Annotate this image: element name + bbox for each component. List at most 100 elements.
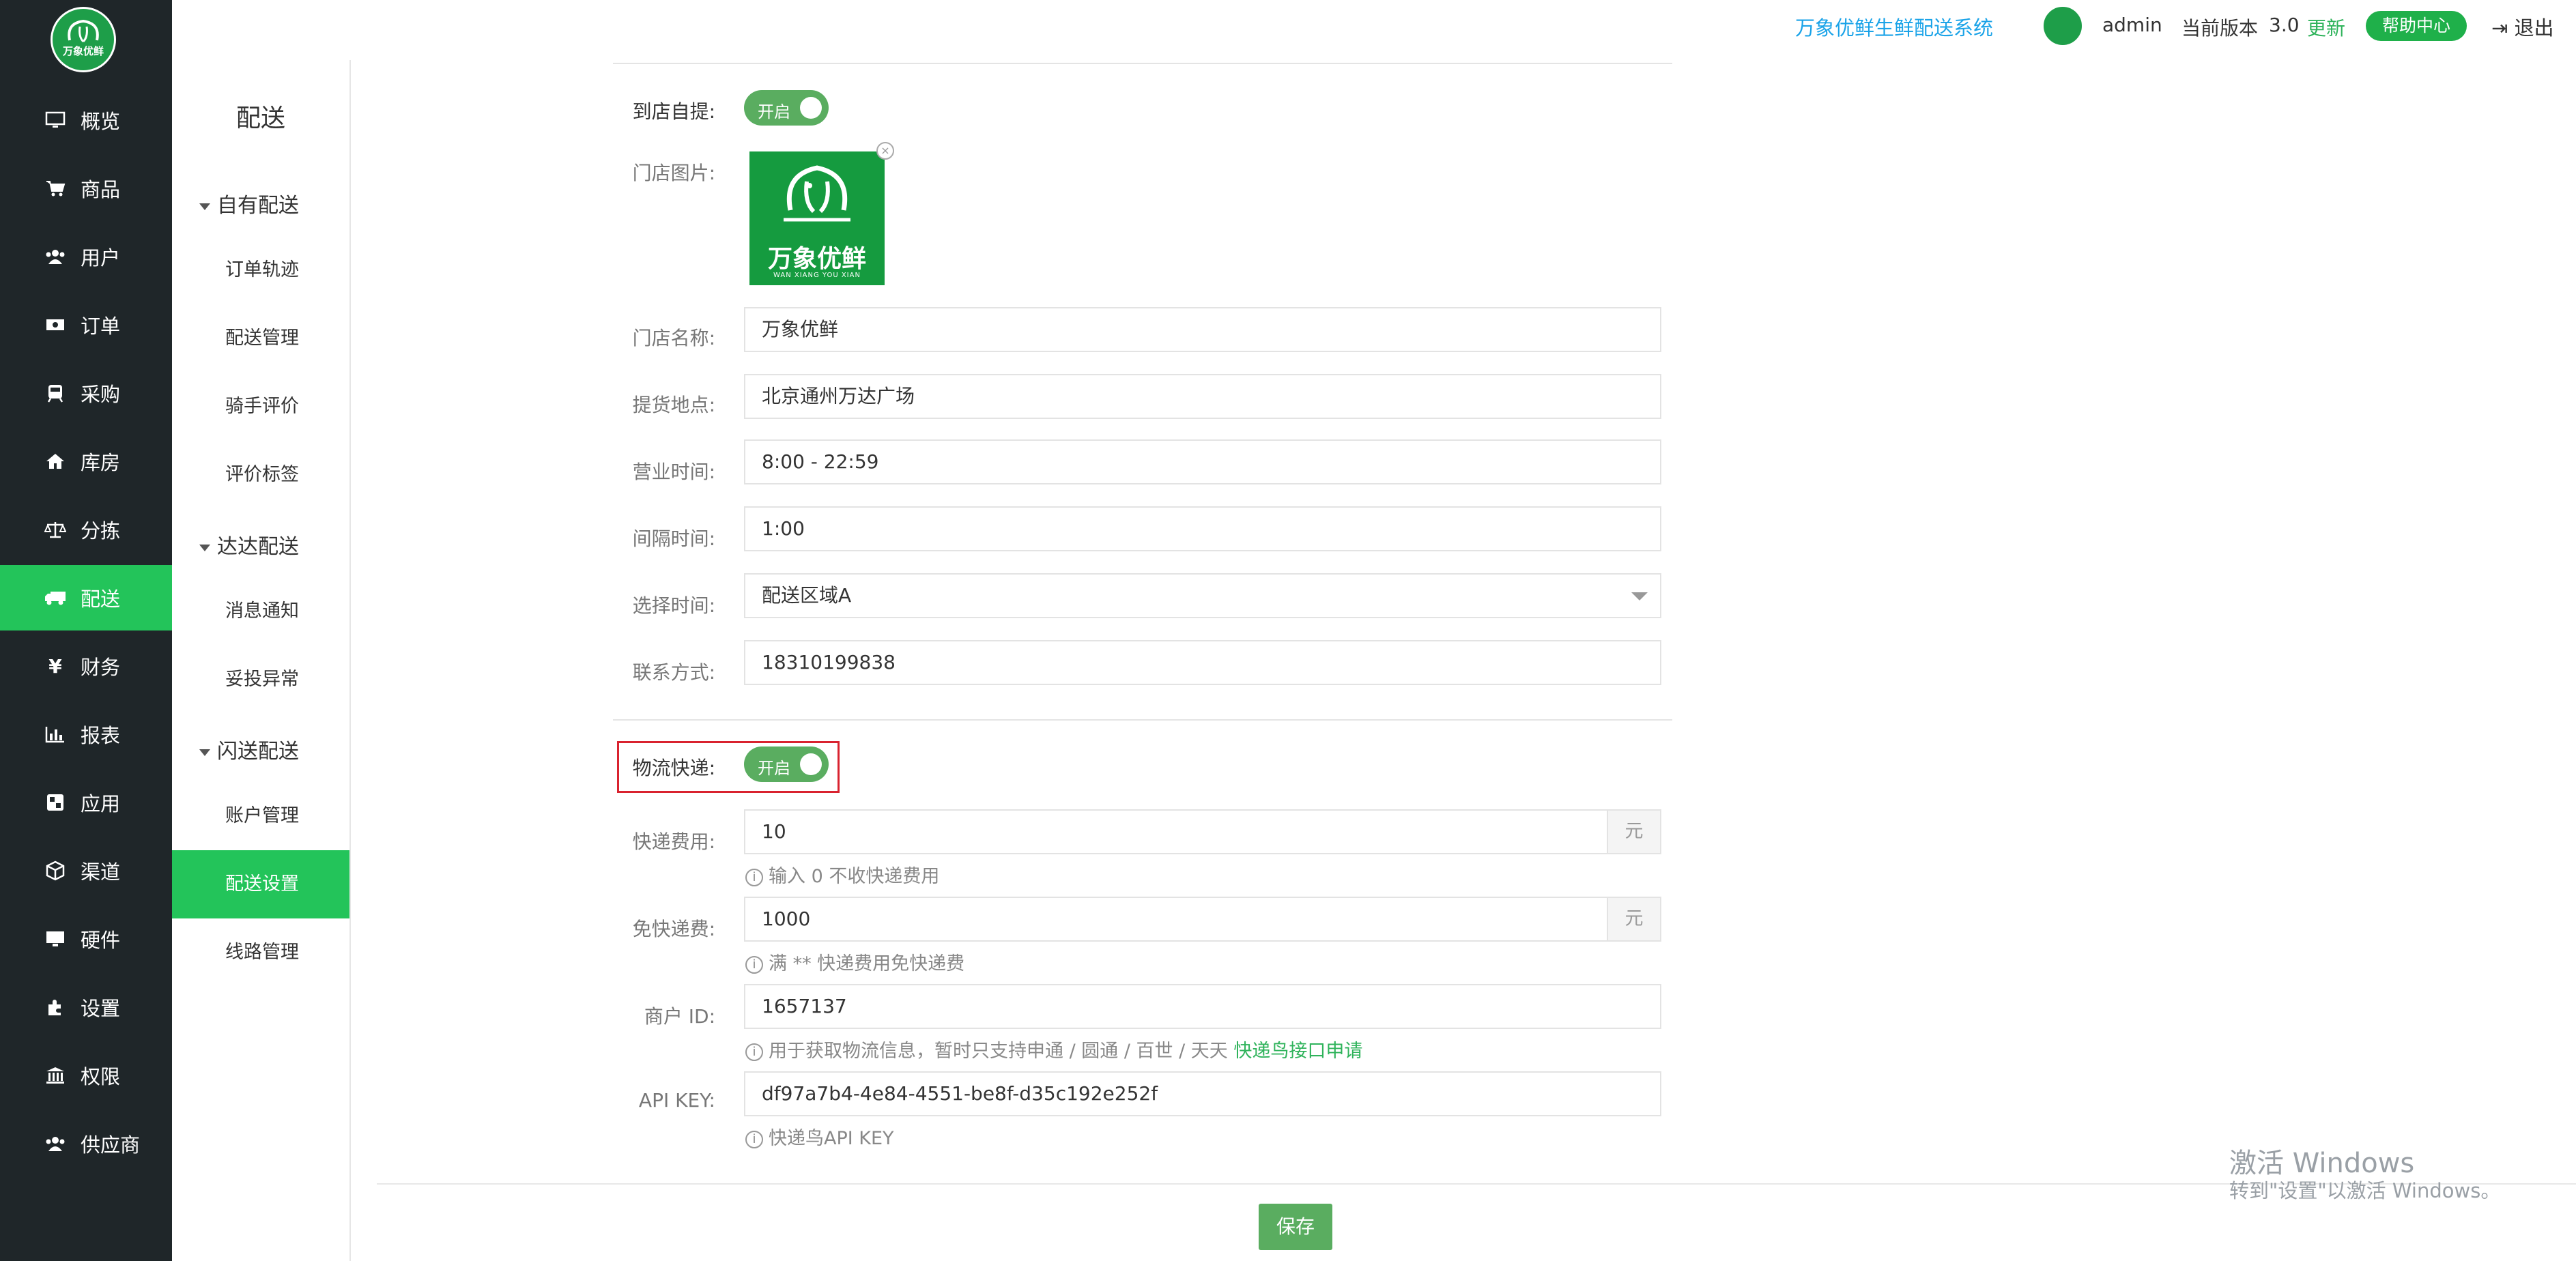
nav-label: 权限 <box>81 1065 121 1088</box>
nav-item-settings[interactable]: 设置 <box>0 974 172 1040</box>
select-time-dropdown[interactable]: 配送区域A <box>744 573 1661 618</box>
express-fee-hint: i 输入 0 不收快递费用 <box>745 861 939 888</box>
store-image-subtext: WAN XIANG YOU XIAN <box>773 272 861 279</box>
submenu-item-account-manage[interactable]: 账户管理 <box>172 782 349 850</box>
submenu-item-delivery-settings[interactable]: 配送设置 <box>172 850 349 918</box>
nav-item-sorting[interactable]: 分拣 <box>0 497 172 562</box>
nav-item-apps[interactable]: 应用 <box>0 770 172 835</box>
nav-item-reports[interactable]: 报表 <box>0 701 172 767</box>
api-key-hint: i 快递鸟API KEY <box>745 1123 894 1150</box>
submenu-item-delivery-exceptions[interactable]: 妥投异常 <box>172 646 349 714</box>
nav-label: 供应商 <box>81 1133 141 1157</box>
avatar[interactable] <box>2042 5 2083 46</box>
submenu-item-delivery-manage[interactable]: 配送管理 <box>172 304 349 373</box>
express-fee-unit: 元 <box>1607 809 1661 854</box>
puzzle-icon <box>44 997 67 1017</box>
logout-icon: ⇥ <box>2491 16 2508 40</box>
store-image[interactable]: 万象优鲜 WAN XIANG YOU XIAN <box>749 151 885 285</box>
submenu-group-flash-delivery[interactable]: 闪送配送 <box>199 734 299 764</box>
divider-top <box>613 63 1672 64</box>
info-icon: i <box>745 868 763 886</box>
user-name[interactable]: admin <box>2102 14 2162 36</box>
store-name-input[interactable]: 万象优鲜 <box>744 307 1661 352</box>
logo[interactable]: 万象优鲜 <box>51 7 116 72</box>
kdniao-apply-link[interactable]: 快递鸟接口申请 <box>1233 1041 1362 1062</box>
nav-item-permissions[interactable]: 权限 <box>0 1043 172 1108</box>
interval-label: 间隔时间: <box>632 527 715 550</box>
business-hours-label: 营业时间: <box>632 461 715 483</box>
nav-label: 订单 <box>81 315 121 338</box>
api-key-input[interactable]: df97a7b4-4e84-4551-be8f-d35c192e252f <box>744 1071 1661 1116</box>
submenu-title: 配送 <box>235 104 285 132</box>
brand-title[interactable]: 万象优鲜生鲜配送系统 <box>1795 12 1993 41</box>
business-hours-input[interactable]: 8:00 - 22:59 <box>744 439 1661 484</box>
logout-button[interactable]: ⇥ 退出 <box>2491 12 2554 41</box>
home-icon <box>44 451 67 472</box>
nav-item-purchase[interactable]: 采购 <box>0 360 172 426</box>
bank-icon <box>44 1065 67 1086</box>
interval-input[interactable]: 1:00 <box>744 506 1661 551</box>
info-icon: i <box>745 1043 763 1061</box>
api-key-label: API KEY: <box>638 1089 715 1112</box>
pickup-location-label: 提货地点: <box>632 394 715 416</box>
merchant-id-label: 商户 ID: <box>644 1005 715 1028</box>
apps-icon <box>44 792 67 813</box>
nav-item-products[interactable]: 商品 <box>0 156 172 221</box>
hint-text: 输入 0 不收快递费用 <box>769 866 940 887</box>
nav-item-hardware[interactable]: 硬件 <box>0 906 172 972</box>
scale-icon <box>44 519 67 540</box>
submenu-item-label: 线路管理 <box>225 942 299 963</box>
submenu-group-own-delivery[interactable]: 自有配送 <box>199 188 299 218</box>
nav-item-finance[interactable]: ¥ 财务 <box>0 633 172 699</box>
nav-label: 财务 <box>81 656 121 679</box>
submenu-item-label: 评价标签 <box>225 464 299 485</box>
nav-label: 采购 <box>81 383 121 406</box>
store-name-label: 门店名称: <box>632 327 715 349</box>
submenu-item-notifications[interactable]: 消息通知 <box>172 577 349 646</box>
express-fee-input[interactable]: 10 <box>744 809 1608 854</box>
contact-input[interactable]: 18310199838 <box>744 640 1661 685</box>
submenu-item-route-manage[interactable]: 线路管理 <box>172 918 349 987</box>
divider-middle <box>613 719 1672 721</box>
logout-label: 退出 <box>2514 16 2554 40</box>
money-icon <box>44 315 67 335</box>
submenu-item-label: 妥投异常 <box>225 669 299 690</box>
nav-item-delivery[interactable]: 配送 <box>0 565 172 630</box>
caret-down-icon <box>199 203 210 210</box>
close-icon[interactable]: × <box>876 142 894 160</box>
nav-item-warehouse[interactable]: 库房 <box>0 429 172 494</box>
nav-label: 设置 <box>81 997 121 1020</box>
truck-icon <box>44 588 67 608</box>
nav-item-orders[interactable]: 订单 <box>0 292 172 358</box>
submenu-item-order-track[interactable]: 订单轨迹 <box>172 236 349 304</box>
hint-text: 快递鸟API KEY <box>769 1128 894 1149</box>
pickup-toggle[interactable]: 开启 <box>744 90 829 126</box>
free-fee-input[interactable]: 1000 <box>744 897 1608 942</box>
nav-item-overview[interactable]: 概览 <box>0 87 172 153</box>
nav-item-channels[interactable]: 渠道 <box>0 838 172 903</box>
cart-icon <box>44 178 67 199</box>
submenu-item-label: 骑手评价 <box>225 396 299 417</box>
help-center-button[interactable]: 帮助中心 <box>2366 11 2467 41</box>
nav-item-suppliers[interactable]: 供应商 <box>0 1111 172 1176</box>
info-icon: i <box>745 955 763 974</box>
caret-down-icon <box>199 544 210 551</box>
nav-label: 硬件 <box>81 929 121 952</box>
pickup-location-input[interactable]: 北京通州万达广场 <box>744 374 1661 419</box>
submenu-group-dada-delivery[interactable]: 达达配送 <box>199 530 299 560</box>
submenu-group-label: 自有配送 <box>217 194 299 218</box>
nav-item-users[interactable]: 用户 <box>0 224 172 289</box>
chevron-down-icon[interactable] <box>1631 592 1648 600</box>
nav-label: 配送 <box>81 588 121 611</box>
submenu-item-label: 订单轨迹 <box>225 259 299 280</box>
nav-label: 报表 <box>81 724 121 747</box>
submenu-group-label: 闪送配送 <box>217 740 299 764</box>
submenu-item-rider-review[interactable]: 骑手评价 <box>172 373 349 441</box>
submenu-item-review-tags[interactable]: 评价标签 <box>172 441 349 509</box>
save-button[interactable]: 保存 <box>1259 1204 1332 1250</box>
hint-text: 用于获取物流信息，暂时只支持申通 / 圆通 / 百世 / 天天 <box>769 1041 1228 1062</box>
merchant-id-input[interactable]: 1657137 <box>744 984 1661 1029</box>
submenu-group-label: 达达配送 <box>217 535 299 559</box>
express-toggle[interactable]: 开启 <box>744 747 829 782</box>
update-link[interactable]: 更新 <box>2307 14 2345 41</box>
